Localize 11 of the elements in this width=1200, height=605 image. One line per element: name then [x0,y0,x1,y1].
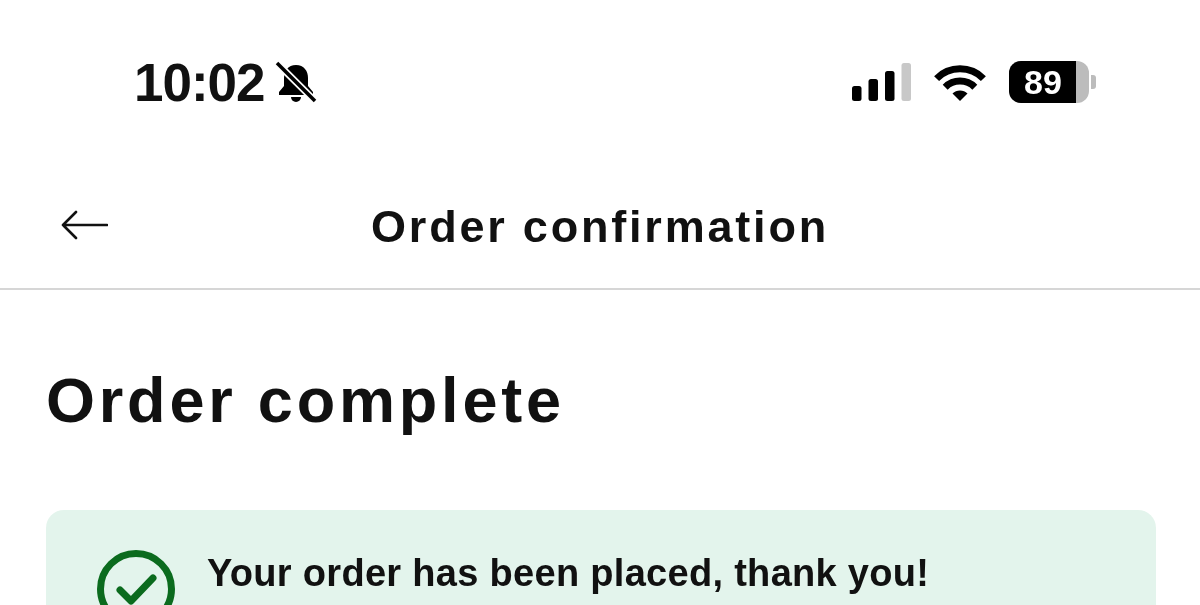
wifi-icon [933,63,987,101]
banner-message: Your order has been placed, thank you! [207,551,930,595]
back-arrow-icon [60,210,108,240]
battery-percentage: 89 [1024,63,1062,101]
bell-slash-icon [272,61,319,103]
battery-tip [1091,75,1096,89]
back-button[interactable] [60,210,108,240]
page-title: Order complete [46,364,565,436]
status-time: 10:02 [134,55,265,109]
signal-icon [852,63,911,101]
header-title: Order confirmation [371,203,829,249]
